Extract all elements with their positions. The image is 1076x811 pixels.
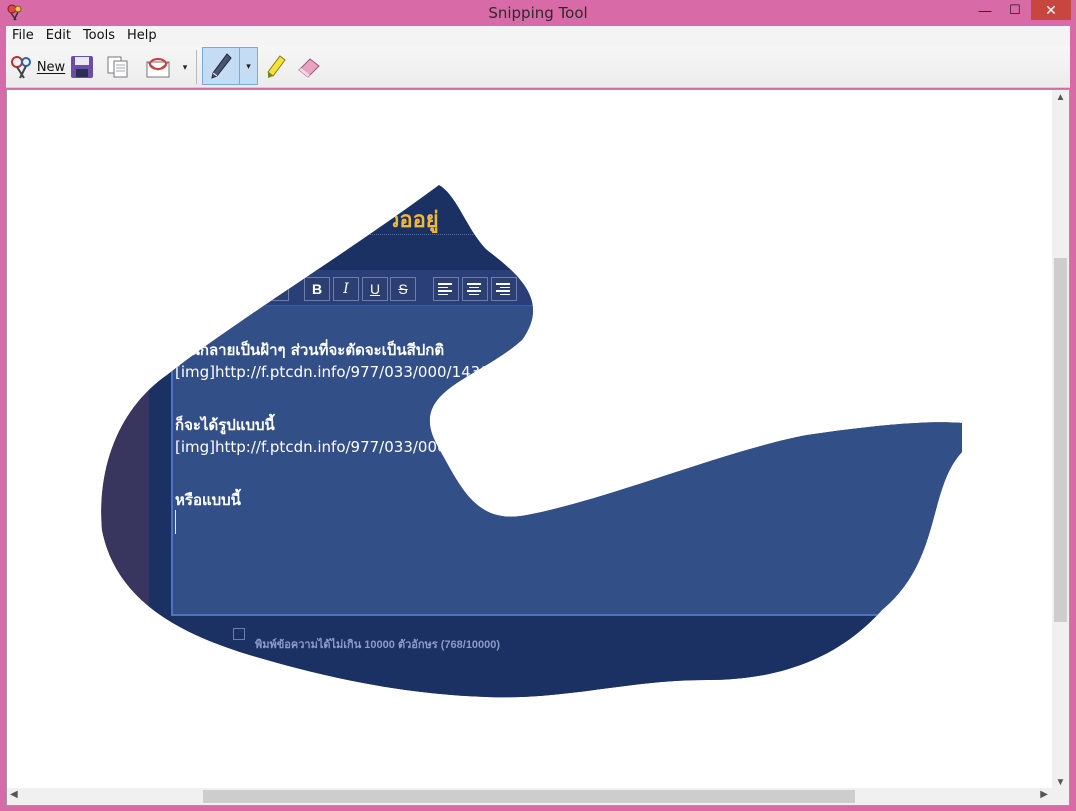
- scrollbar-corner: [1052, 788, 1069, 805]
- maximize-button[interactable]: ☐: [1000, 0, 1030, 20]
- left-sidebar-strip: [97, 290, 149, 710]
- eraser-button[interactable]: [294, 53, 324, 81]
- highlighter-icon: [267, 55, 286, 78]
- scroll-right-arrow-icon[interactable]: ▶: [1040, 789, 1048, 800]
- footer-checkbox[interactable]: [233, 628, 245, 640]
- pen-dropdown-button[interactable]: ▾: [240, 47, 258, 85]
- close-button[interactable]: ✕: [1031, 0, 1071, 20]
- scroll-left-arrow-icon[interactable]: ◀: [10, 789, 18, 800]
- horizontal-scroll-thumb[interactable]: [203, 790, 855, 803]
- title-bar: Snipping Tool — ☐ ✕: [0, 0, 1076, 26]
- snip-image: วออยู่ B I U S เป็นกลายเป็นฝ้าๆ ส่วนที่จ…: [7, 90, 1053, 790]
- character-count: พิมพ์ข้อความได้ไม่เกิน 10000 ตัวอักษร (7…: [255, 639, 501, 651]
- editor-line: [img]http://f.ptcdn.info/977/033/000: [175, 438, 447, 456]
- vertical-scrollbar[interactable]: ▲ ▼: [1052, 90, 1069, 790]
- freeform-snip-region: วออยู่ B I U S เป็นกลายเป็นฝ้าๆ ส่วนที่จ…: [7, 90, 1053, 790]
- scroll-up-arrow-icon[interactable]: ▲: [1052, 92, 1069, 103]
- editor-footer: [171, 616, 1051, 716]
- copy-icon: [107, 56, 128, 78]
- new-snip-button[interactable]: New: [8, 54, 66, 80]
- format-button-partial[interactable]: [265, 277, 289, 301]
- left-sidebar-border: [149, 290, 171, 710]
- editor-line: หรือแบบนี้: [175, 491, 241, 509]
- align-left-button[interactable]: [433, 277, 459, 301]
- save-icon: [71, 56, 93, 78]
- align-right-icon: [496, 281, 512, 297]
- bold-button[interactable]: B: [304, 277, 330, 301]
- vertical-scroll-thumb[interactable]: [1054, 258, 1067, 622]
- menu-bar: File Edit Tools Help: [6, 26, 1070, 46]
- copy-button[interactable]: [104, 53, 132, 81]
- align-center-button[interactable]: [462, 277, 488, 301]
- send-dropdown-button[interactable]: ▾: [178, 53, 192, 81]
- editor-line: เป็นกลายเป็นฝ้าๆ ส่วนที่จะตัดจะเป็นสีปกต…: [175, 341, 445, 359]
- new-snip-icon: [10, 56, 31, 79]
- toolbar: New ▾ ▾: [6, 46, 1070, 88]
- window-title: Snipping Tool: [488, 4, 588, 22]
- text-cursor: [175, 510, 176, 534]
- align-right-button[interactable]: [491, 277, 517, 301]
- align-left-icon: [438, 281, 454, 297]
- post-heading: วออยู่: [387, 207, 439, 232]
- menu-edit[interactable]: Edit: [40, 26, 77, 46]
- highlighter-button[interactable]: [262, 53, 290, 81]
- send-snip-button[interactable]: [142, 53, 174, 81]
- horizontal-scrollbar[interactable]: ◀ ▶: [7, 788, 1053, 805]
- heading-divider: [207, 234, 527, 235]
- new-label: New: [36, 59, 66, 75]
- editor-line: [img]http://f.ptcdn.info/977/033/000/143…: [175, 363, 509, 381]
- save-button[interactable]: [68, 53, 96, 81]
- toolbar-separator: [196, 50, 197, 84]
- editor-line: ก็จะได้รูปแบบนี้: [175, 416, 275, 434]
- send-snip-icon: [146, 58, 170, 78]
- eraser-icon: [298, 58, 320, 78]
- pen-icon: [211, 53, 232, 79]
- italic-button[interactable]: I: [333, 277, 359, 301]
- menu-file[interactable]: File: [6, 26, 40, 46]
- snip-canvas: วออยู่ B I U S เป็นกลายเป็นฝ้าๆ ส่วนที่จ…: [6, 89, 1070, 806]
- pen-button[interactable]: [202, 47, 240, 85]
- menu-help[interactable]: Help: [121, 26, 163, 46]
- menu-tools[interactable]: Tools: [77, 26, 121, 46]
- scroll-down-arrow-icon[interactable]: ▼: [1052, 777, 1069, 788]
- editor-toolbar: [171, 270, 1051, 306]
- underline-button[interactable]: U: [362, 277, 388, 301]
- minimize-button[interactable]: —: [970, 0, 1000, 20]
- strikethrough-button[interactable]: S: [390, 277, 416, 301]
- align-center-icon: [467, 281, 483, 297]
